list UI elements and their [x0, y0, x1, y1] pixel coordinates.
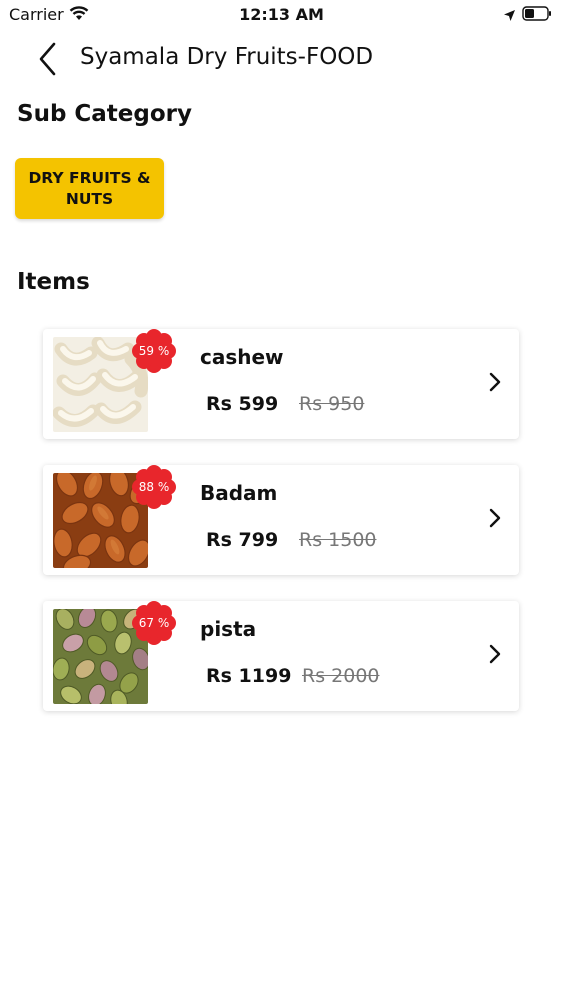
- discount-badge: 88 %: [132, 465, 176, 509]
- chevron-right-icon: [489, 644, 501, 664]
- item-name: cashew: [200, 345, 284, 369]
- item-price: Rs 1199: [206, 665, 292, 687]
- page-title: Syamala Dry Fruits-FOOD: [80, 44, 374, 70]
- discount-badge: 59 %: [132, 329, 176, 373]
- discount-label: 59 %: [138, 344, 170, 358]
- clock: 12:13 AM: [239, 5, 324, 24]
- nav-bar: Syamala Dry Fruits-FOOD: [0, 34, 563, 84]
- chip-label: DRY FRUITS & NUTS: [28, 168, 151, 208]
- item-card-cashew[interactable]: 59 % cashew Rs 599 Rs 950: [43, 329, 519, 439]
- item-card-pista[interactable]: 67 % pista Rs 1199 Rs 2000: [43, 601, 519, 711]
- item-name: pista: [200, 617, 257, 641]
- discount-badge: 67 %: [132, 601, 176, 645]
- item-price: Rs 799: [206, 529, 279, 551]
- chevron-right-icon: [489, 508, 501, 528]
- back-button[interactable]: [34, 40, 60, 78]
- sub-category-heading: Sub Category: [17, 101, 193, 127]
- chevron-right-icon: [489, 372, 501, 392]
- item-original-price: Rs 1500: [299, 529, 377, 551]
- battery-icon: [522, 6, 552, 21]
- item-card-badam[interactable]: 88 % Badam Rs 799 Rs 1500: [43, 465, 519, 575]
- chevron-left-icon: [39, 42, 56, 76]
- item-original-price: Rs 950: [299, 393, 365, 415]
- status-bar: Carrier 12:13 AM: [0, 0, 563, 30]
- sub-category-chip-dry-fruits[interactable]: DRY FRUITS & NUTS: [15, 158, 164, 219]
- item-price: Rs 599: [206, 393, 279, 415]
- discount-label: 67 %: [138, 616, 170, 630]
- discount-label: 88 %: [138, 480, 170, 494]
- item-name: Badam: [200, 481, 278, 505]
- location-arrow-icon: [503, 7, 516, 21]
- items-heading: Items: [17, 269, 90, 295]
- item-original-price: Rs 2000: [302, 665, 380, 687]
